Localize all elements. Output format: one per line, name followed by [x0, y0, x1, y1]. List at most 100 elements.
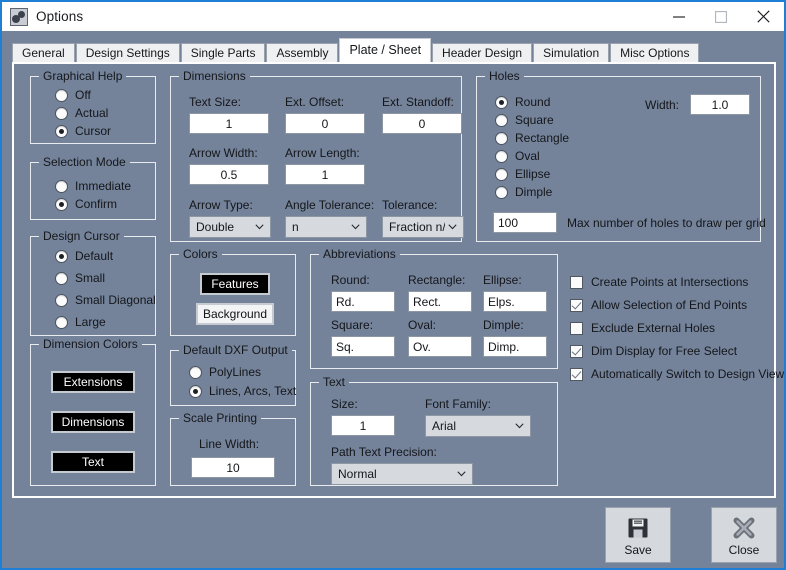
radio-label: Round — [515, 95, 551, 109]
hole-width-input[interactable] — [690, 94, 750, 115]
abbrev-square-label: Square: — [331, 318, 374, 332]
radio-selection-mode-immediate[interactable]: Immediate — [55, 179, 131, 193]
save-button[interactable]: Save — [605, 507, 671, 563]
radio-indicator — [55, 88, 68, 102]
maximize-button[interactable] — [700, 2, 742, 31]
radio-label: Cursor — [75, 124, 112, 138]
angle-tolerance-select[interactable]: n — [285, 216, 367, 238]
radio-selection-mode-confirm[interactable]: Confirm — [55, 197, 117, 211]
tab-header-design[interactable]: Header Design — [432, 43, 533, 62]
arrow-length-input[interactable] — [285, 164, 365, 185]
background-color-button[interactable]: Background — [196, 303, 274, 325]
close-button[interactable] — [742, 2, 784, 31]
abbrev-square-input[interactable] — [331, 336, 395, 357]
window-title: Options — [36, 9, 84, 24]
abbrev-rectangle-label: Rectangle: — [408, 273, 466, 287]
dimensions-caption: Dimensions — [179, 69, 250, 83]
checkbox-indicator — [570, 275, 583, 289]
holes-caption: Holes — [485, 69, 524, 83]
minimize-button[interactable] — [658, 2, 700, 31]
radio-indicator — [189, 365, 202, 379]
path-text-precision-select[interactable]: Normal — [331, 463, 473, 485]
radio-hole-square[interactable]: Square — [495, 113, 554, 127]
ext-standoff-input[interactable] — [382, 113, 462, 134]
dxf-output-group: Default DXF Output PolyLines Lines, Arcs… — [170, 343, 296, 406]
abbrev-dimple-input[interactable] — [483, 336, 547, 357]
radio-hole-round[interactable]: Round — [495, 95, 550, 109]
max-holes-label: Max number of holes to draw per grid — [567, 216, 766, 230]
text-size-input[interactable] — [189, 113, 269, 134]
abbrev-ellipse-input[interactable] — [483, 291, 547, 312]
tab-misc-options[interactable]: Misc Options — [610, 43, 700, 62]
radio-dxf-polylines[interactable]: PolyLines — [189, 365, 261, 379]
radio-dxf-lines-arcs-text[interactable]: Lines, Arcs, Text — [189, 384, 296, 398]
text-caption: Text — [319, 375, 350, 389]
close-button-footer[interactable]: Close — [711, 507, 777, 563]
checkbox-allow-selection-of-end-points[interactable]: Allow Selection of End Points — [570, 298, 747, 312]
dimension-colors-caption: Dimension Colors — [39, 337, 142, 351]
radio-graphical-help-actual[interactable]: Actual — [55, 106, 108, 120]
radio-indicator — [495, 167, 508, 181]
checkbox-create-points-at-intersections[interactable]: Create Points at Intersections — [570, 275, 748, 289]
close-x-icon — [732, 514, 756, 542]
extensions-color-button[interactable]: Extensions — [51, 371, 135, 393]
save-button-label: Save — [624, 542, 652, 557]
plate-sheet-panel: Graphical Help Off Actual Cursor Selecti… — [12, 62, 784, 498]
tab-design-settings[interactable]: Design Settings — [75, 43, 180, 62]
features-color-button[interactable]: Features — [200, 273, 270, 295]
selection-mode-group: Selection Mode Immediate Confirm — [30, 155, 156, 220]
radio-design-cursor-small[interactable]: Small — [55, 271, 105, 285]
radio-hole-rectangle[interactable]: Rectangle — [495, 131, 569, 145]
checkbox-label: Exclude External Holes — [591, 321, 716, 335]
abbrev-rectangle-input[interactable] — [408, 291, 472, 312]
radio-label: Immediate — [75, 179, 132, 193]
floppy-disk-icon — [627, 514, 649, 542]
radio-graphical-help-cursor[interactable]: Cursor — [55, 124, 111, 138]
radio-hole-ellipse[interactable]: Ellipse — [495, 167, 550, 181]
dimensions-color-button[interactable]: Dimensions — [51, 411, 135, 433]
abbrev-round-input[interactable] — [331, 291, 395, 312]
abbrev-oval-input[interactable] — [408, 336, 472, 357]
radio-label: Dimple — [515, 185, 553, 199]
radio-indicator — [55, 315, 68, 329]
radio-design-cursor-large[interactable]: Large — [55, 315, 106, 329]
text-color-button[interactable]: Text — [51, 451, 135, 473]
chevron-down-icon — [445, 224, 459, 230]
radio-design-cursor-small-diagonal[interactable]: Small Diagonal — [55, 293, 156, 307]
tab-single-parts[interactable]: Single Parts — [180, 43, 266, 62]
max-holes-input[interactable] — [493, 212, 557, 233]
arrow-width-input[interactable] — [189, 164, 269, 185]
radio-indicator — [495, 149, 508, 163]
radio-indicator — [495, 95, 508, 109]
radio-indicator — [495, 185, 508, 199]
checkbox-dim-display-for-free-select[interactable]: Dim Display for Free Select — [570, 344, 737, 358]
radio-graphical-help-off[interactable]: Off — [55, 88, 91, 102]
checkbox-label: Automatically Switch to Design View — [591, 367, 785, 381]
line-width-input[interactable] — [191, 457, 275, 478]
font-family-select[interactable]: Arial — [425, 415, 531, 437]
radio-hole-dimple[interactable]: Dimple — [495, 185, 552, 199]
arrow-length-label: Arrow Length: — [285, 146, 360, 160]
radio-label: PolyLines — [209, 365, 262, 379]
checkbox-automatically-switch-to-design-view[interactable]: Automatically Switch to Design View — [570, 367, 784, 381]
scale-printing-caption: Scale Printing — [179, 411, 262, 425]
tolerance-select[interactable]: Fraction n/n — [382, 216, 464, 238]
abbrev-ellipse-label: Ellipse: — [483, 273, 522, 287]
radio-label: Square — [515, 113, 554, 127]
tab-general[interactable]: General — [12, 43, 75, 62]
tab-assembly[interactable]: Assembly — [266, 43, 339, 62]
path-text-precision-label: Path Text Precision: — [331, 445, 437, 459]
line-width-label: Line Width: — [199, 437, 260, 451]
design-cursor-group: Design Cursor Default Small Small Diagon… — [30, 229, 156, 336]
checkbox-exclude-external-holes[interactable]: Exclude External Holes — [570, 321, 715, 335]
text-size-value-input[interactable] — [331, 415, 395, 436]
radio-hole-oval[interactable]: Oval — [495, 149, 540, 163]
tab-plate-sheet[interactable]: Plate / Sheet — [339, 38, 432, 62]
chevron-down-icon — [252, 224, 266, 230]
arrow-type-select[interactable]: Double — [189, 216, 271, 238]
tab-simulation[interactable]: Simulation — [533, 43, 610, 62]
ext-offset-input[interactable] — [285, 113, 365, 134]
tab-strip[interactable]: General Design Settings Single Parts Ass… — [12, 38, 700, 62]
radio-label: Off — [75, 88, 91, 102]
radio-design-cursor-default[interactable]: Default — [55, 249, 113, 263]
